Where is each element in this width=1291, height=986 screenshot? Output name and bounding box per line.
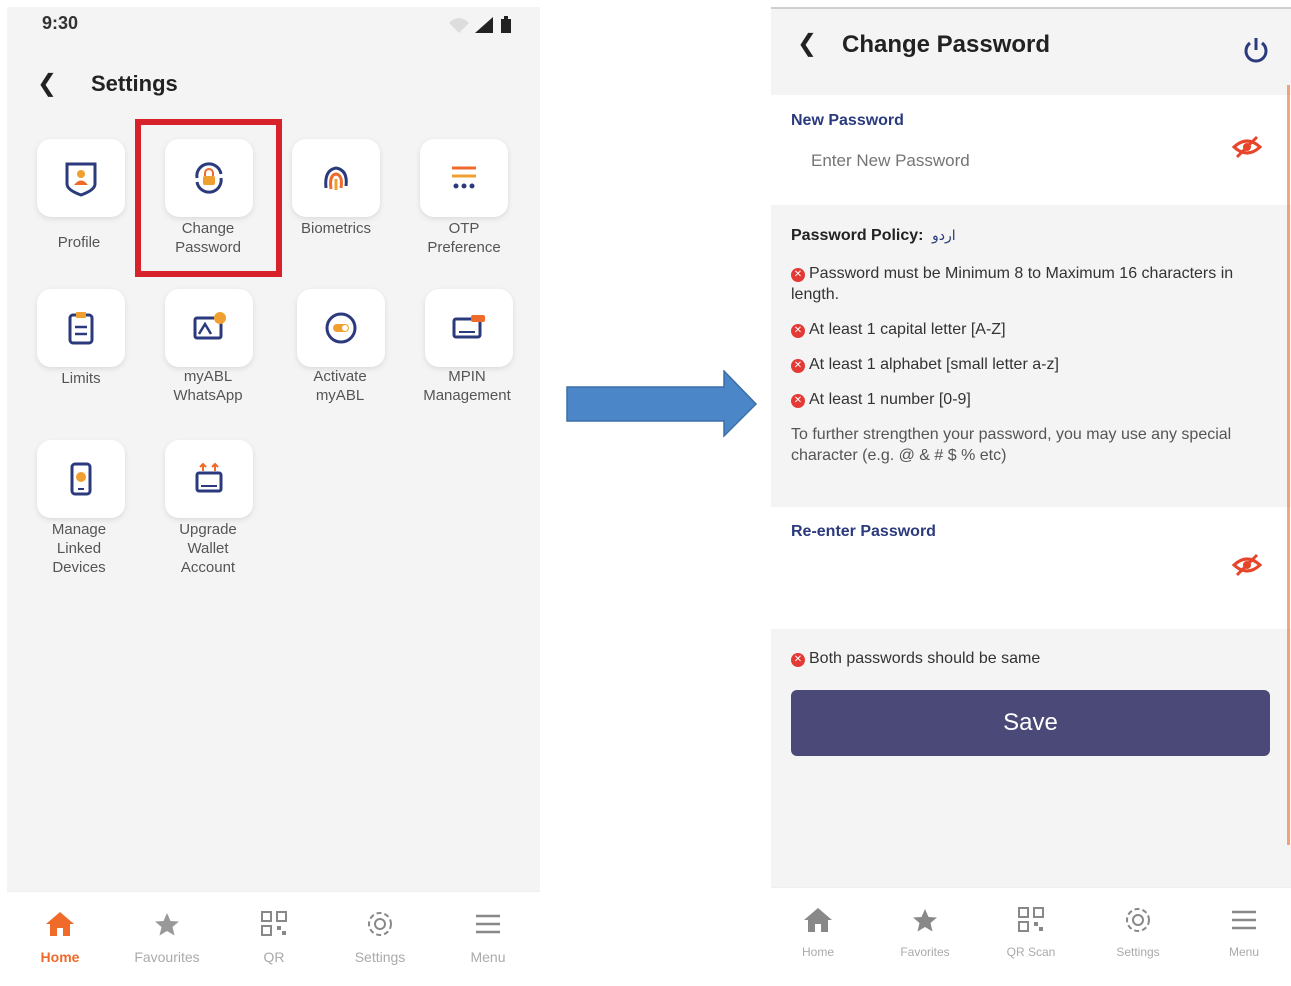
nav-label-qr: QR (263, 949, 285, 965)
nav-label-settings: Settings (354, 949, 406, 965)
tile-activate-myabl[interactable] (297, 289, 385, 367)
nav-menu[interactable]: Menu (1194, 906, 1291, 959)
tile-label-upgrade-wallet-account: Upgrade Wallet Account (179, 521, 237, 576)
nav-label-favourites: Favourites (134, 949, 200, 965)
tile-myabl-whatsapp[interactable] (165, 289, 253, 367)
nav-settings[interactable]: Settings (330, 910, 430, 965)
nav-qr[interactable]: QR (224, 910, 324, 965)
power-icon[interactable] (1241, 35, 1271, 65)
bottom-nav: Home Favorites QR Scan Settings Menu (771, 887, 1291, 986)
nav-home[interactable]: Home (10, 910, 110, 965)
new-password-section: New Password (771, 95, 1291, 205)
mpin-icon (452, 315, 485, 339)
error-icon: ✕ (791, 359, 805, 373)
gear-icon (368, 912, 392, 936)
nav-label-favorites: Favorites (900, 945, 950, 959)
status-time: 9:30 (42, 13, 79, 33)
error-icon: ✕ (791, 324, 805, 338)
nav-label-menu: Menu (470, 949, 506, 965)
settings-screen: 9:30 ❮ Settings Profile Change Password (7, 7, 540, 986)
home-icon (46, 912, 74, 936)
tile-label-manage-linked-devices: Manage Linked Devices (51, 521, 107, 576)
eye-slash-icon[interactable] (1231, 553, 1263, 577)
toggle-icon (325, 312, 357, 344)
tile-label-myabl-whatsapp: myABL WhatsApp (173, 368, 243, 404)
star-icon (155, 913, 179, 936)
nav-label-home: Home (801, 945, 834, 959)
gear-icon (1126, 908, 1150, 932)
policy-rule: ✕ At least 1 capital letter [A-Z] (791, 319, 1271, 340)
error-icon: ✕ (791, 653, 805, 667)
fingerprint-icon (324, 166, 348, 190)
nav-label-menu: Menu (1228, 945, 1260, 959)
reenter-password-input[interactable] (811, 559, 1211, 579)
back-chevron-icon[interactable]: ❮ (797, 29, 827, 58)
change-password-header: ❮ Change Password (771, 9, 1291, 95)
bottom-nav: Home Favourites QR Settings Menu (7, 891, 540, 986)
qr-icon (261, 911, 287, 936)
tile-label-otp-preference: OTP Preference (427, 220, 501, 256)
tile-manage-linked-devices[interactable] (37, 440, 125, 518)
nav-menu[interactable]: Menu (438, 910, 538, 965)
save-button[interactable]: Save (791, 690, 1270, 756)
password-policy: Password Policy: اردو ✕ Password must be … (791, 227, 1271, 466)
policy-rule: ✕ At least 1 alphabet [small letter a-z] (791, 354, 1271, 375)
policy-rule: ✕ At least 1 number [0-9] (791, 389, 1271, 410)
nav-label-settings: Settings (1116, 945, 1160, 959)
tile-profile[interactable] (37, 139, 125, 217)
urdu-link[interactable]: اردو (932, 227, 956, 243)
page-title: Change Password (842, 31, 1051, 58)
tile-label-activate-myabl: Activate myABL (313, 368, 367, 404)
tile-otp-preference[interactable] (420, 139, 508, 217)
tile-biometrics[interactable] (292, 139, 380, 217)
clipboard-icon (68, 312, 94, 345)
whatsapp-icon (193, 312, 226, 340)
tile-label-mpin-management: MPIN Management (423, 368, 511, 404)
star-icon (913, 909, 937, 932)
nav-label-home: Home (40, 949, 80, 965)
signal-battery-icon (449, 16, 511, 33)
menu-icon (476, 914, 500, 934)
tile-upgrade-wallet-account[interactable] (165, 440, 253, 518)
home-icon (804, 908, 832, 932)
nav-home[interactable]: Home (768, 906, 868, 959)
qr-icon (1018, 907, 1044, 932)
upgrade-wallet-icon (195, 462, 223, 493)
reenter-password-label: Re-enter Password (791, 523, 936, 540)
otp-preference-icon (452, 166, 476, 189)
error-icon: ✕ (791, 394, 805, 408)
right-arrow-icon (566, 370, 758, 438)
back-chevron-icon[interactable]: ❮ (37, 69, 67, 98)
policy-rule: ✕ Password must be Minimum 8 to Maximum 1… (791, 265, 1234, 303)
tile-label-profile: Profile (57, 234, 101, 251)
nav-label-qr-scan: QR Scan (1006, 945, 1056, 959)
linked-devices-icon (70, 462, 92, 496)
nav-settings[interactable]: Settings (1088, 906, 1188, 959)
scroll-accent (1287, 85, 1290, 845)
nav-favorites[interactable]: Favorites (875, 906, 975, 959)
settings-header: ❮ Settings (37, 69, 178, 98)
new-password-input[interactable] (811, 151, 1211, 171)
tile-label-biometrics: Biometrics (300, 220, 371, 237)
profile-icon (65, 162, 97, 197)
reenter-password-section: Re-enter Password (771, 507, 1291, 629)
policy-note: To further strengthen your password, you… (791, 426, 1232, 464)
password-match-message: ✕ Both passwords should be same (791, 650, 1040, 668)
error-icon: ✕ (791, 268, 805, 282)
highlight-box (135, 119, 282, 277)
tile-limits[interactable] (37, 289, 125, 367)
tile-label-limits: Limits (61, 370, 101, 387)
policy-title: Password Policy: (791, 227, 924, 244)
page-title: Settings (91, 70, 178, 96)
change-password-screen: ❮ Change Password New Password Password … (771, 7, 1291, 986)
eye-slash-icon[interactable] (1231, 135, 1263, 159)
menu-icon (1232, 910, 1256, 930)
new-password-label: New Password (791, 112, 904, 129)
tile-mpin-management[interactable] (425, 289, 513, 367)
nav-favourites[interactable]: Favourites (117, 910, 217, 965)
nav-qr-scan[interactable]: QR Scan (981, 906, 1081, 959)
